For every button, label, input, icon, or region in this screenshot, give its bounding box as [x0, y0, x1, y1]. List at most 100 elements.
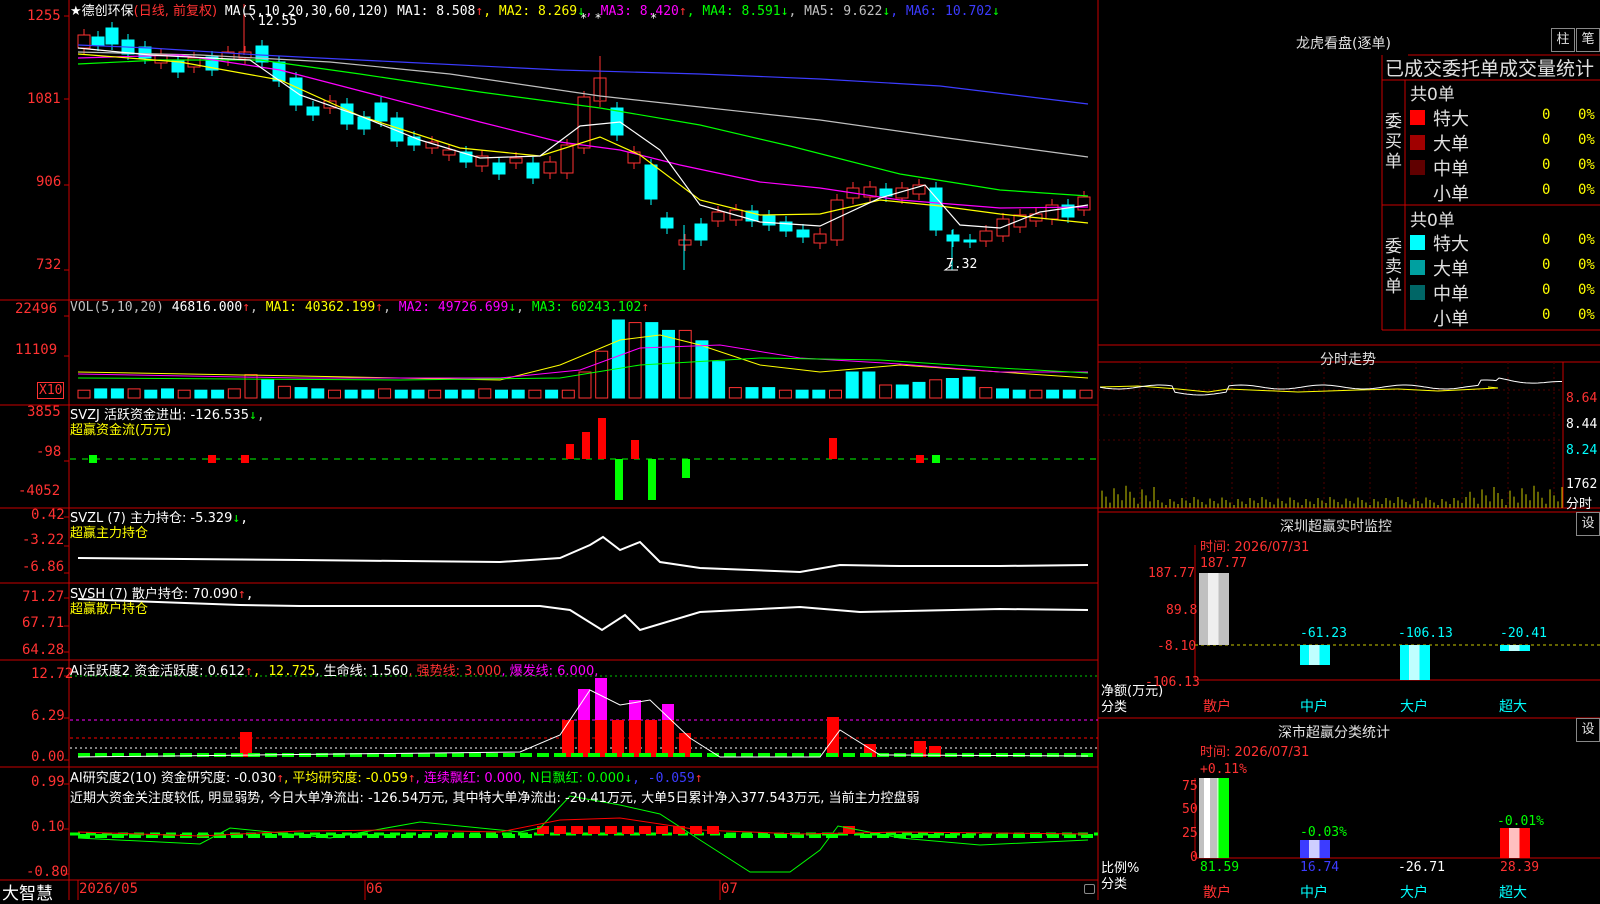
ai-green-bar-38 — [724, 753, 736, 757]
ai-green-bar-21 — [435, 753, 447, 757]
ai-green-bar-55 — [1013, 753, 1025, 757]
sz-realtime-time: 时间: 2026/07/31 — [1200, 540, 1310, 555]
svzj-small-bar-3 — [916, 455, 924, 463]
ma-item-1: MA1: 8.508 — [397, 4, 476, 19]
vol-bar-41 — [762, 387, 776, 399]
ai-research-bar-59 — [1081, 834, 1093, 838]
ai-research-bar-34 — [656, 826, 668, 834]
sell-row-qty-2: 0 — [1542, 257, 1551, 273]
vol-bar-51 — [929, 379, 943, 399]
lock-icon[interactable] — [1084, 884, 1095, 894]
sell-row-pct-1: 0% — [1578, 232, 1595, 248]
ai-research-bar-21 — [435, 834, 447, 838]
vol-bar-55 — [996, 388, 1009, 399]
vol-bar-13 — [294, 387, 308, 399]
ai-research-bar-23 — [469, 834, 481, 838]
sell-total: 共0单 — [1410, 211, 1455, 231]
ai-green-bar-36 — [690, 753, 702, 757]
vol-header: VOL(5,10,20) 46816.000↑, MA1: 40362.199↑… — [70, 300, 650, 315]
ai-research-bar-1 — [95, 834, 107, 838]
ai-green-bar-32 — [622, 753, 634, 757]
ai-research-bar-52 — [962, 834, 974, 838]
vol-bar-52 — [945, 378, 959, 399]
buy-row-qty-4: 0 — [1542, 182, 1551, 198]
chart-main-canvas[interactable]: * * * — [0, 0, 1100, 900]
price-tick-1: 1255 — [27, 8, 61, 24]
ma-item-4: , MA4: 8.591 — [686, 4, 781, 19]
price-tick-2: 1081 — [27, 91, 61, 107]
ai-red-bar-7 — [662, 720, 674, 757]
vol-bar-42 — [778, 389, 792, 399]
bar-view-button[interactable]: 柱 — [1551, 28, 1575, 52]
candle-25 — [492, 162, 506, 175]
ai-green-bar-28 — [554, 753, 566, 757]
sell-row-name-2: 大单 — [1433, 259, 1469, 280]
szr-bar-super-shine — [1509, 645, 1520, 651]
candle-18 — [374, 102, 388, 122]
right-panel-canvas — [1098, 54, 1600, 859]
vol-bar-1 — [94, 388, 108, 399]
vol-ma3: MA3: 60243.102 — [531, 300, 642, 315]
sz-realtime-cat-retail: 散户 — [1203, 699, 1231, 715]
sz-category-settings-button[interactable]: 设 — [1576, 718, 1600, 742]
vol-bar-57 — [1029, 389, 1043, 399]
sell-row-pct-4: 0% — [1578, 307, 1595, 323]
sz-category-cat-large: 大户 — [1400, 885, 1428, 901]
ai-research-tick-3: -0.80 — [26, 864, 69, 880]
svsh-line — [77, 598, 1089, 632]
low-price-marker: 7.32 — [946, 257, 978, 272]
sz-category-value-super: 28.39 — [1500, 860, 1540, 875]
vol-bar-50 — [912, 381, 926, 399]
ai-research-bar-39 — [741, 834, 753, 838]
candle-1 — [91, 36, 105, 46]
date-label-may: 2026/05 — [79, 881, 139, 897]
vol-bar-53 — [962, 376, 976, 399]
ai-research-bar-57 — [1047, 834, 1059, 838]
vol-ma1: MA1: 40362.199 — [265, 300, 376, 315]
vol-bar-9 — [227, 388, 241, 399]
ai-green-bar-41 — [775, 753, 787, 757]
vol-bar-25 — [495, 389, 508, 399]
vol-bar-32 — [611, 319, 625, 399]
sz-realtime-settings-button[interactable]: 设 — [1576, 512, 1600, 536]
sz-category-time: 时间: 2026/07/31 — [1200, 745, 1310, 760]
svzj-out-bar-1 — [648, 459, 656, 500]
vol-bar-59 — [1062, 389, 1076, 399]
vol-tick-2: 11109 — [15, 342, 58, 358]
svzj-tick-2: -98 — [36, 444, 62, 460]
ai-research-bar-22 — [452, 834, 464, 838]
vol-bar-40 — [745, 387, 759, 399]
sz-category-cat-retail: 散户 — [1203, 885, 1231, 901]
buy-row-name-2: 大单 — [1433, 134, 1469, 155]
vol-bar-3 — [127, 388, 141, 399]
szr-bar-retail-shine — [1208, 573, 1219, 645]
ai-research-title: AI研究度2(10) 资金研究度: -0.030 — [70, 771, 277, 786]
sell-row-swatch-2 — [1410, 260, 1425, 275]
sz-realtime-cat-super: 超大 — [1499, 699, 1527, 715]
sz-realtime-value-super: -20.41 — [1500, 626, 1547, 641]
sz-category-tick-4: 0 — [1190, 850, 1198, 865]
sz-category-tick-1: 75 — [1182, 779, 1198, 794]
ai-green-bar-7 — [197, 753, 209, 757]
svzj-tick-1: 3855 — [27, 404, 61, 420]
vol-bar-45 — [829, 389, 842, 399]
sz-category-tick-2: 50 — [1182, 802, 1198, 817]
vol-bar-21 — [428, 389, 442, 399]
tick-view-button[interactable]: 笔 — [1576, 28, 1600, 52]
ai-research-bar-32 — [622, 826, 634, 834]
candle-27 — [526, 162, 540, 179]
vol-bar-6 — [177, 389, 191, 399]
buy-total: 共0单 — [1410, 85, 1455, 105]
ma-item-3: , MA3: 8.420 — [584, 4, 679, 19]
szc-bar-super-shine — [1509, 828, 1520, 858]
ai-red-bar-3 — [595, 720, 607, 757]
candle-44 — [813, 233, 827, 244]
candle-34 — [644, 164, 658, 200]
sz-realtime-title: 深圳超赢实时监控 — [1280, 519, 1392, 535]
ai-green-bar-26 — [520, 753, 532, 757]
sz-category-top-label-1: +0.11% — [1200, 762, 1247, 777]
ai-research-bar-0 — [78, 834, 90, 838]
vol-bar-22 — [444, 389, 458, 399]
vol-bar-56 — [1012, 389, 1026, 399]
svzl-line — [77, 535, 1089, 574]
